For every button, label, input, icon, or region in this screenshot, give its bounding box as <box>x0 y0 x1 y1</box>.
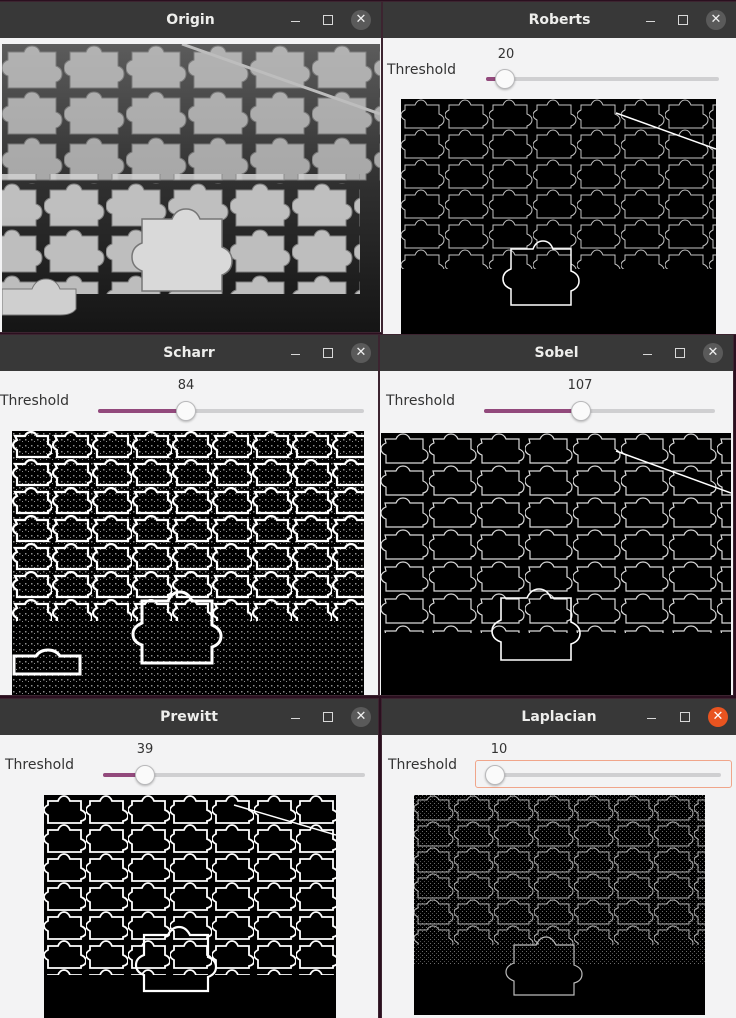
maximize-icon[interactable] <box>670 343 690 363</box>
laplacian-image <box>414 795 705 1015</box>
prewitt-titlebar[interactable]: Prewitt ✕ <box>0 699 378 735</box>
prewitt-window: Prewitt ✕ Threshold 39 <box>0 699 378 1018</box>
sobel-image <box>381 433 731 695</box>
threshold-value: 107 <box>567 378 593 393</box>
sobel-window: Sobel ✕ Threshold 107 <box>380 335 733 695</box>
close-icon[interactable]: ✕ <box>351 707 371 727</box>
threshold-label: Threshold <box>387 62 456 78</box>
prewitt-image <box>44 795 336 1018</box>
minimize-icon[interactable] <box>637 343 657 363</box>
roberts-content: Threshold 20 <box>383 38 736 334</box>
minimize-icon[interactable] <box>641 707 661 727</box>
threshold-slider[interactable] <box>484 401 715 421</box>
slider-fill <box>98 409 186 413</box>
scharr-window: Scharr ✕ Threshold 84 <box>0 335 378 695</box>
close-icon[interactable]: ✕ <box>706 10 726 30</box>
threshold-label: Threshold <box>386 393 455 409</box>
minimize-icon[interactable] <box>285 707 305 727</box>
slider-handle[interactable] <box>494 69 515 89</box>
threshold-slider[interactable] <box>486 69 719 89</box>
sobel-titlebar[interactable]: Sobel ✕ <box>380 335 733 371</box>
origin-content <box>0 38 381 332</box>
maximize-icon[interactable] <box>318 343 338 363</box>
threshold-label: Threshold <box>0 393 69 409</box>
origin-titlebar[interactable]: Origin ✕ <box>0 2 381 38</box>
origin-image <box>2 44 380 332</box>
roberts-titlebar[interactable]: Roberts ✕ <box>383 2 736 38</box>
roberts-window: Roberts ✕ Threshold 20 <box>383 2 736 334</box>
threshold-slider[interactable] <box>98 401 364 421</box>
minimize-icon[interactable] <box>285 10 305 30</box>
threshold-value: 39 <box>136 742 154 757</box>
threshold-label: Threshold <box>388 757 457 773</box>
threshold-slider[interactable] <box>103 765 365 785</box>
minimize-icon[interactable] <box>640 10 660 30</box>
maximize-icon[interactable] <box>675 707 695 727</box>
threshold-value: 10 <box>490 742 508 757</box>
close-icon[interactable]: ✕ <box>351 343 371 363</box>
threshold-label: Threshold <box>5 757 74 773</box>
close-icon[interactable]: ✕ <box>708 707 728 727</box>
roberts-image <box>401 99 716 334</box>
origin-window: Origin ✕ <box>0 2 381 332</box>
maximize-icon[interactable] <box>673 10 693 30</box>
slider-handle[interactable] <box>571 401 592 421</box>
threshold-value: 20 <box>497 47 515 62</box>
slider-handle[interactable] <box>175 401 196 421</box>
threshold-slider[interactable] <box>485 765 721 785</box>
minimize-icon[interactable] <box>285 343 305 363</box>
scharr-content: Threshold 84 <box>0 371 378 695</box>
slider-handle[interactable] <box>134 765 155 785</box>
laplacian-content: Threshold 10 <box>382 735 736 1018</box>
sobel-content: Threshold 107 <box>380 371 733 695</box>
laplacian-window: Laplacian ✕ Threshold 10 <box>382 699 736 1018</box>
slider-fill <box>484 409 582 413</box>
laplacian-titlebar[interactable]: Laplacian ✕ <box>382 699 736 735</box>
scharr-image <box>12 431 364 695</box>
maximize-icon[interactable] <box>318 707 338 727</box>
close-icon[interactable]: ✕ <box>703 343 723 363</box>
close-icon[interactable]: ✕ <box>351 10 371 30</box>
threshold-value: 84 <box>177 378 195 393</box>
maximize-icon[interactable] <box>318 10 338 30</box>
prewitt-content: Threshold 39 <box>0 735 378 1018</box>
scharr-titlebar[interactable]: Scharr ✕ <box>0 335 378 371</box>
